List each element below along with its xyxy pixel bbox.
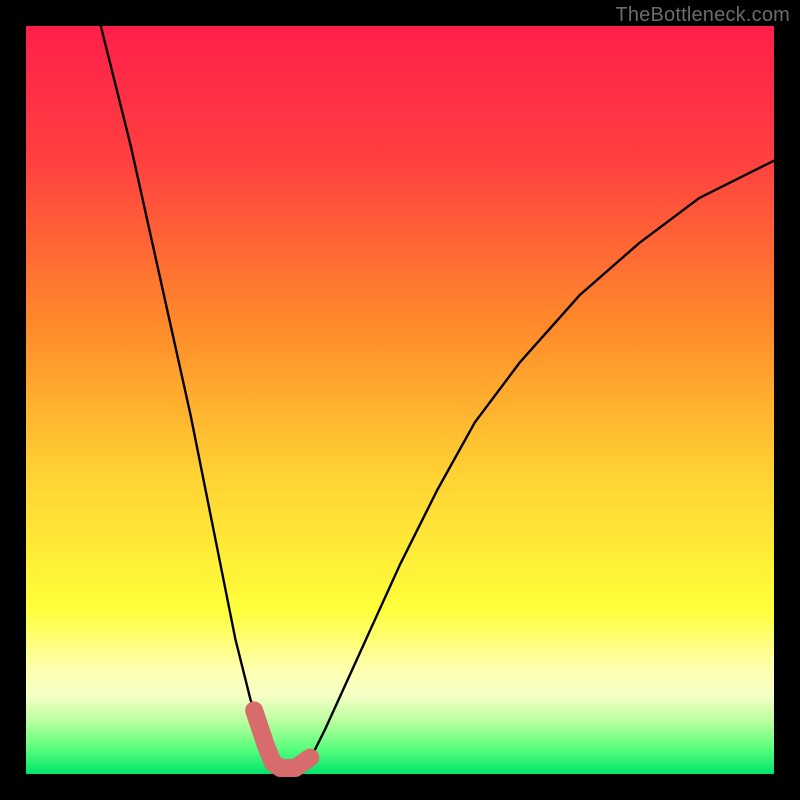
highlight-dot [246, 702, 262, 718]
watermark-text: TheBottleneck.com [615, 4, 790, 27]
bottleneck-curve-layer [26, 26, 774, 774]
highlight-segment [254, 710, 310, 768]
plot-frame [26, 26, 774, 774]
bottleneck-curve [101, 26, 774, 770]
